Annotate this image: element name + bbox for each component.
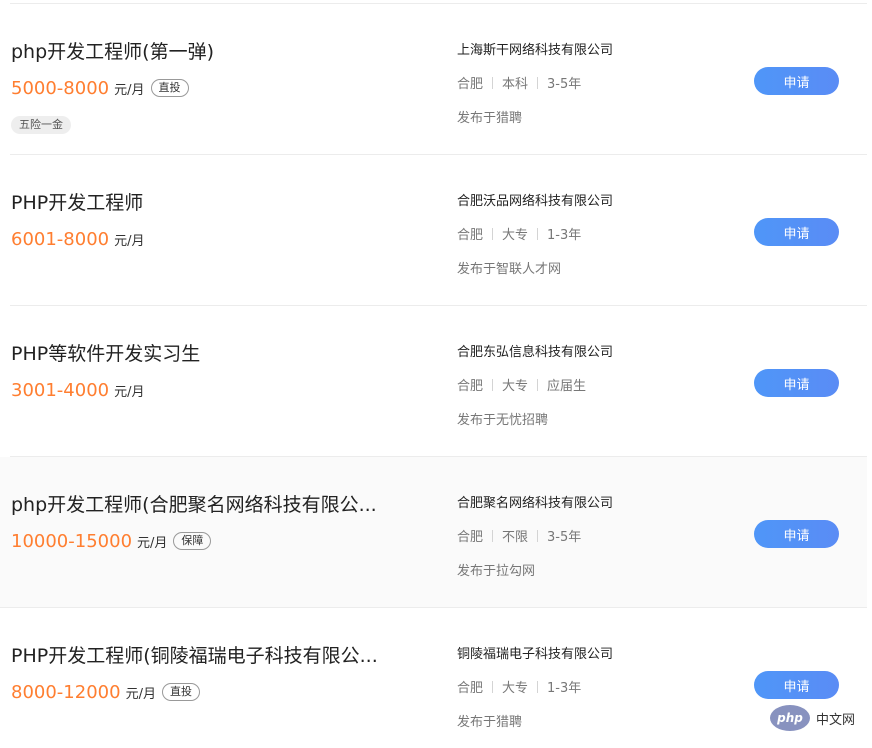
salary-row: 3001-4000 元/月 xyxy=(11,378,145,402)
company-name-link[interactable]: 合肥沃品网络科技有限公司 xyxy=(457,190,613,209)
job-education: 大专 xyxy=(502,681,529,696)
job-education: 本科 xyxy=(502,77,529,92)
salary-unit: 元/月 xyxy=(125,686,156,702)
job-source: 发布于猎聘 xyxy=(457,715,523,730)
company-name-link[interactable]: 上海斯干网络科技有限公司 xyxy=(457,39,613,58)
company-name-link[interactable]: 合肥聚名网络科技有限公司 xyxy=(457,492,613,511)
salary-row: 5000-8000 元/月 直投 xyxy=(11,76,189,100)
job-tag-badge: 直投 xyxy=(150,79,189,97)
job-card: PHP开发工程师(铜陵福瑞电子科技有限公... 8000-12000 元/月 直… xyxy=(10,608,867,748)
job-card: PHP开发工程师 6001-8000 元/月 合肥沃品网络科技有限公司 合肥 大… xyxy=(10,155,867,306)
job-card: php开发工程师(第一弹) 5000-8000 元/月 直投 五险一金 上海斯干… xyxy=(10,4,867,155)
job-experience: 3-5年 xyxy=(547,530,582,545)
salary-value: 5000-8000 xyxy=(11,77,110,99)
apply-button[interactable]: 申请 xyxy=(754,369,839,397)
job-education: 大专 xyxy=(502,379,529,394)
job-meta: 合肥 不限 3-5年 xyxy=(457,526,581,545)
job-city: 合肥 xyxy=(457,681,484,696)
divider xyxy=(537,378,539,391)
apply-button[interactable]: 申请 xyxy=(754,67,839,95)
job-source: 发布于拉勾网 xyxy=(457,564,536,579)
apply-button[interactable]: 申请 xyxy=(754,520,839,548)
job-source: 发布于无忧招聘 xyxy=(457,413,549,428)
job-title-link[interactable]: php开发工程师(第一弹) xyxy=(11,37,411,64)
job-education: 不限 xyxy=(502,530,529,545)
salary-row: 8000-12000 元/月 直投 xyxy=(11,680,200,704)
divider xyxy=(537,227,539,240)
salary-unit: 元/月 xyxy=(137,535,168,551)
job-title-link[interactable]: PHP等软件开发实习生 xyxy=(11,339,411,366)
job-meta: 合肥 大专 应届生 xyxy=(457,375,586,394)
job-city: 合肥 xyxy=(457,228,484,243)
company-name-link[interactable]: 铜陵福瑞电子科技有限公司 xyxy=(457,643,613,662)
job-city: 合肥 xyxy=(457,530,484,545)
divider xyxy=(492,378,494,391)
job-title-link[interactable]: php开发工程师(合肥聚名网络科技有限公... xyxy=(11,490,411,517)
job-city: 合肥 xyxy=(457,77,484,92)
job-experience: 应届生 xyxy=(547,379,587,394)
job-meta: 合肥 大专 1-3年 xyxy=(457,224,581,243)
salary-value: 8000-12000 xyxy=(11,681,121,703)
job-title-link[interactable]: PHP开发工程师(铜陵福瑞电子科技有限公... xyxy=(11,641,411,668)
job-experience: 3-5年 xyxy=(547,77,582,92)
divider xyxy=(537,529,539,542)
job-meta: 合肥 本科 3-5年 xyxy=(457,73,581,92)
job-card: PHP等软件开发实习生 3001-4000 元/月 合肥东弘信息科技有限公司 合… xyxy=(10,306,867,457)
divider xyxy=(492,76,494,89)
watermark-text: 中文网 xyxy=(816,712,856,728)
company-name-link[interactable]: 合肥东弘信息科技有限公司 xyxy=(457,341,613,360)
divider xyxy=(492,680,494,693)
divider xyxy=(537,76,539,89)
job-education: 大专 xyxy=(502,228,529,243)
job-meta: 合肥 大专 1-3年 xyxy=(457,677,581,696)
divider xyxy=(492,529,494,542)
job-source: 发布于智联人才网 xyxy=(457,262,562,277)
salary-unit: 元/月 xyxy=(114,384,145,400)
salary-value: 6001-8000 xyxy=(11,228,110,250)
php-logo-icon: php xyxy=(770,705,810,731)
job-experience: 1-3年 xyxy=(547,681,582,696)
job-source: 发布于猎聘 xyxy=(457,111,523,126)
salary-value: 10000-15000 xyxy=(11,530,133,552)
job-city: 合肥 xyxy=(457,379,484,394)
watermark: php 中文网 xyxy=(770,703,872,733)
divider xyxy=(492,227,494,240)
job-tag-badge: 保障 xyxy=(173,532,212,550)
salary-value: 3001-4000 xyxy=(11,379,110,401)
salary-unit: 元/月 xyxy=(114,233,145,249)
apply-button[interactable]: 申请 xyxy=(754,218,839,246)
salary-row: 6001-8000 元/月 xyxy=(11,227,145,251)
perk-badge: 五险一金 xyxy=(11,116,71,134)
apply-button[interactable]: 申请 xyxy=(754,671,839,699)
salary-row: 10000-15000 元/月 保障 xyxy=(11,529,212,553)
salary-unit: 元/月 xyxy=(114,82,145,98)
job-experience: 1-3年 xyxy=(547,228,582,243)
job-tag-badge: 直投 xyxy=(161,683,200,701)
job-title-link[interactable]: PHP开发工程师 xyxy=(11,188,411,215)
divider xyxy=(537,680,539,693)
job-card-hovered: php开发工程师(合肥聚名网络科技有限公... 10000-15000 元/月 … xyxy=(0,457,867,608)
